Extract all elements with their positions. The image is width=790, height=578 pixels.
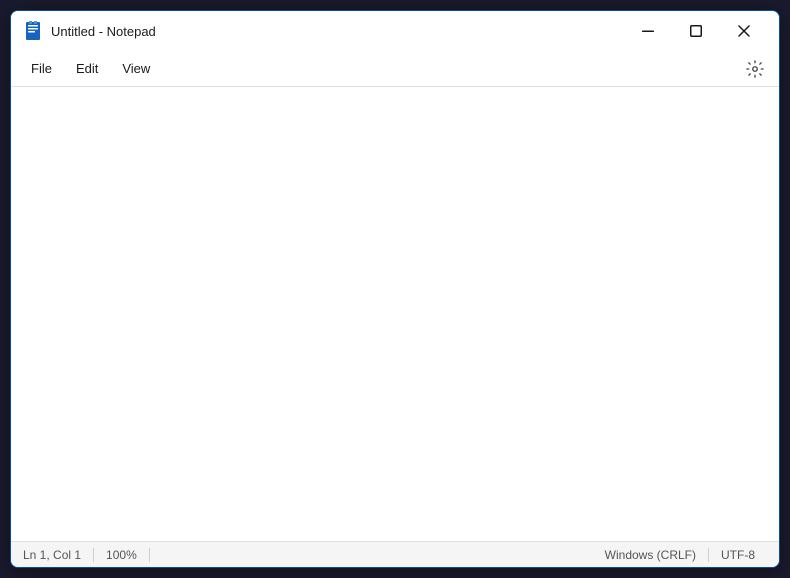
menu-view[interactable]: View xyxy=(110,57,162,80)
settings-button[interactable] xyxy=(739,53,771,85)
notepad-window: Untitled - Notepad File Edi xyxy=(10,10,780,568)
minimize-icon xyxy=(642,25,654,37)
close-icon xyxy=(738,25,750,37)
app-icon xyxy=(23,21,43,41)
maximize-icon xyxy=(690,25,702,37)
close-button[interactable] xyxy=(721,15,767,47)
zoom-level: 100% xyxy=(94,548,150,562)
title-bar: Untitled - Notepad xyxy=(11,11,779,51)
menu-file[interactable]: File xyxy=(19,57,64,80)
editor-area xyxy=(11,87,779,541)
title-bar-left: Untitled - Notepad xyxy=(23,21,625,41)
menu-edit[interactable]: Edit xyxy=(64,57,110,80)
text-editor[interactable] xyxy=(11,87,779,541)
status-bar: Ln 1, Col 1 100% Windows (CRLF) UTF-8 xyxy=(11,541,779,567)
window-title: Untitled - Notepad xyxy=(51,24,156,39)
maximize-button[interactable] xyxy=(673,15,719,47)
gear-icon xyxy=(746,60,764,78)
menu-bar-right xyxy=(739,53,771,85)
notepad-icon-svg xyxy=(23,21,43,41)
cursor-position: Ln 1, Col 1 xyxy=(23,548,94,562)
minimize-button[interactable] xyxy=(625,15,671,47)
menu-bar: File Edit View xyxy=(11,51,779,87)
title-bar-controls xyxy=(625,15,767,47)
line-ending: Windows (CRLF) xyxy=(593,548,709,562)
encoding: UTF-8 xyxy=(709,548,767,562)
